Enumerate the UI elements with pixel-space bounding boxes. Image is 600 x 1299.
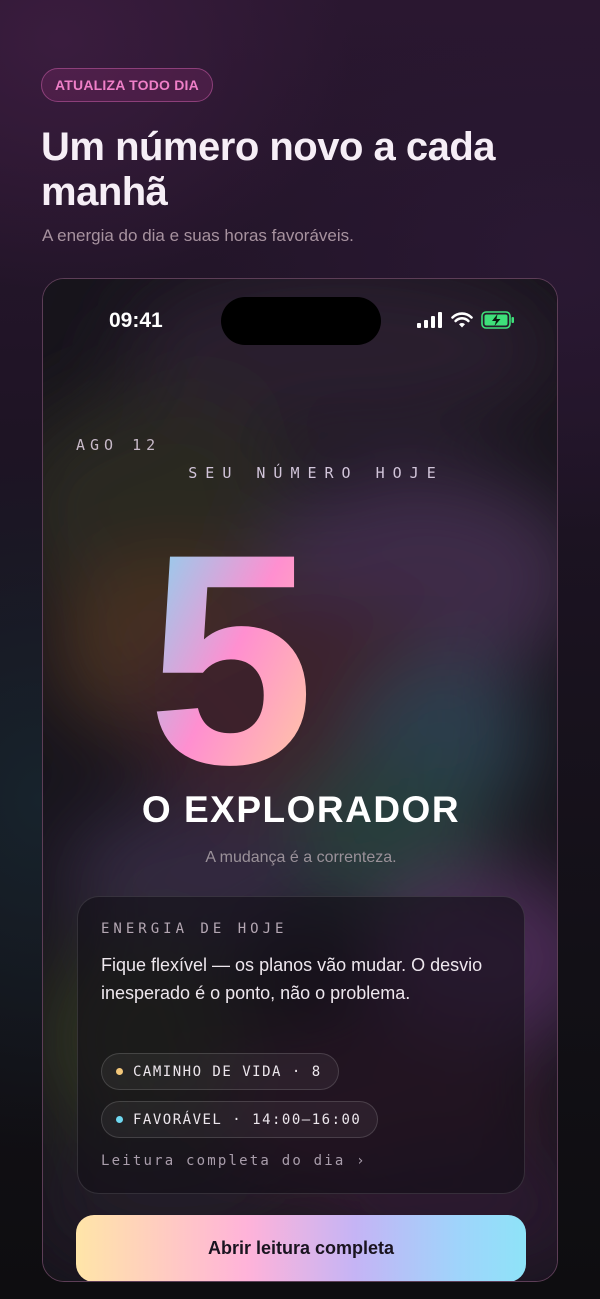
phone-mockup: 09:41 AGO 12 SEU NÚMERO HOJE 5 O EXPLORA… — [42, 278, 558, 1282]
life-path-chip-label: CAMINHO DE VIDA · 8 — [133, 1063, 322, 1080]
signal-icon — [417, 312, 442, 328]
energy-card-text: Fique flexível — os planos vão mudar. O … — [101, 955, 483, 1003]
page-subtitle: A energia do dia e suas horas favoráveis… — [42, 226, 354, 245]
archetype-title: O EXPLORADOR — [141, 789, 461, 830]
full-reading-link[interactable]: Leitura completa do dia › — [101, 1153, 367, 1169]
today-number-label: SEU NÚMERO HOJE — [188, 464, 444, 482]
life-path-chip: CAMINHO DE VIDA · 8 — [101, 1053, 339, 1090]
status-icons — [417, 311, 515, 329]
yellow-dot-icon — [116, 1068, 123, 1075]
daily-update-badge: ATUALIZA TODO DIA — [41, 68, 213, 102]
favorable-hours-chip: FAVORÁVEL · 14:00–16:00 — [101, 1101, 379, 1138]
svg-text:5: 5 — [148, 541, 315, 791]
energy-card: ENERGIA DE HOJE Fique flexível — os plan… — [77, 896, 525, 1194]
daily-number: 5 — [148, 541, 315, 791]
cyan-dot-icon — [116, 1116, 123, 1123]
battery-charging-icon — [481, 311, 514, 329]
wifi-icon — [451, 312, 473, 328]
page-title: Um número novo a cada manhã — [41, 125, 496, 214]
archetype-tagline: A mudança é a correnteza. — [205, 849, 397, 866]
dynamic-island — [221, 297, 381, 345]
open-full-reading-button[interactable]: Abrir leitura completa — [76, 1215, 526, 1281]
status-time: 09:41 — [109, 309, 163, 332]
favorable-hours-chip-label: FAVORÁVEL · 14:00–16:00 — [133, 1111, 362, 1128]
energy-card-label: ENERGIA DE HOJE — [101, 921, 288, 937]
date-label: AGO 12 — [76, 436, 161, 454]
